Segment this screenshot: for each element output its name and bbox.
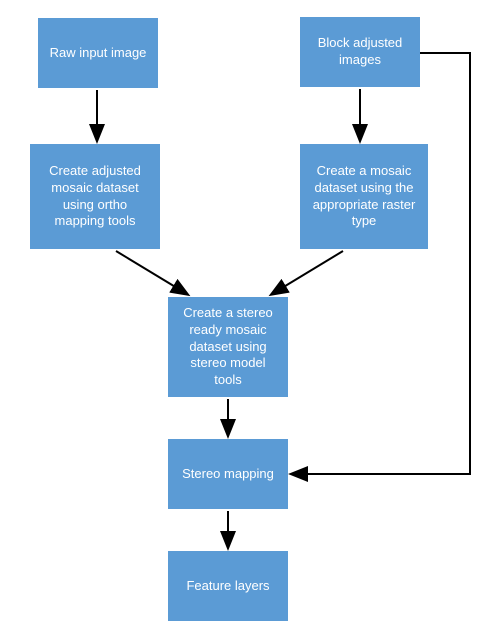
arrow-mosaic-to-stereo: [272, 251, 343, 294]
node-label: Stereo mapping: [182, 466, 274, 483]
node-label: Create a mosaic dataset using the approp…: [308, 163, 420, 231]
node-feature-layers: Feature layers: [168, 551, 288, 621]
node-label: Raw input image: [50, 45, 147, 62]
arrow-ortho-to-stereo: [116, 251, 187, 294]
node-label: Block adjusted images: [308, 35, 412, 69]
node-label: Feature layers: [186, 578, 269, 595]
node-create-adjusted-mosaic-ortho: Create adjusted mosaic dataset using ort…: [30, 144, 160, 249]
node-stereo-mapping: Stereo mapping: [168, 439, 288, 509]
node-create-stereo-ready-mosaic: Create a stereo ready mosaic dataset usi…: [168, 297, 288, 397]
node-raw-input-image: Raw input image: [38, 18, 158, 88]
arrow-block-to-mapping: [292, 53, 470, 474]
node-label: Create adjusted mosaic dataset using ort…: [38, 163, 152, 231]
node-create-mosaic-raster-type: Create a mosaic dataset using the approp…: [300, 144, 428, 249]
node-label: Create a stereo ready mosaic dataset usi…: [176, 305, 280, 389]
node-block-adjusted-images: Block adjusted images: [300, 17, 420, 87]
